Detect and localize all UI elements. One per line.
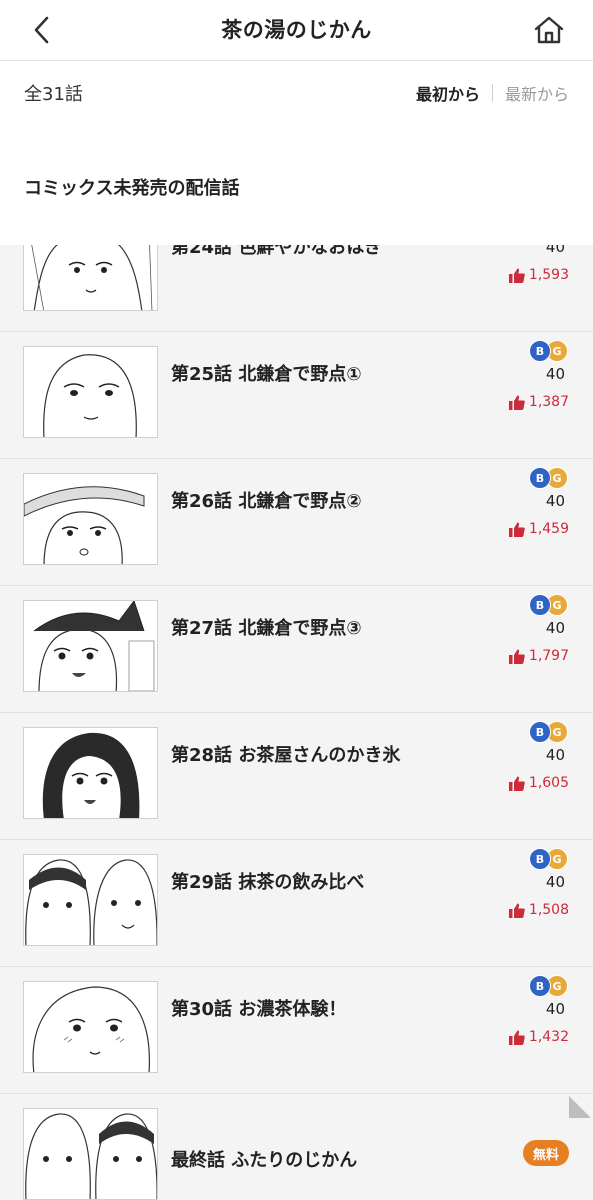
episode-title: 最終話 ふたりのじかん bbox=[171, 1150, 358, 1171]
thumbs-up-icon bbox=[508, 395, 525, 410]
episode-title: 第27話 北鎌倉で野点③ bbox=[171, 618, 362, 639]
episode-thumbnail bbox=[23, 346, 158, 438]
episode-item[interactable]: 第28話 お茶屋さんのかき氷 B G 40 1,605 bbox=[0, 713, 593, 840]
like-count-value: 1,797 bbox=[528, 648, 569, 664]
like-count-value: 1,605 bbox=[528, 775, 569, 791]
app-header: 茶の湯のじかん bbox=[0, 0, 593, 61]
like-count-value: 1,593 bbox=[528, 267, 569, 283]
like-count: 1,387 bbox=[508, 394, 569, 410]
sort-options: 最初から 最新から bbox=[416, 81, 569, 105]
episode-thumbnail bbox=[23, 245, 158, 311]
thumbs-up-icon bbox=[508, 268, 525, 283]
thumbs-up-icon bbox=[508, 776, 525, 791]
episode-item[interactable]: 最終話 ふたりのじかん 無料 bbox=[0, 1094, 593, 1200]
thumbs-up-icon bbox=[508, 522, 525, 537]
like-count-value: 1,387 bbox=[528, 394, 569, 410]
episode-price: 40 bbox=[545, 873, 565, 891]
sort-bar: 全31話 最初から 最新から bbox=[0, 61, 593, 123]
episode-item[interactable]: 第30話 お濃茶体験！ B G 40 1,432 bbox=[0, 967, 593, 1094]
badge-b: B bbox=[529, 721, 551, 743]
like-count-value: 1,508 bbox=[528, 902, 569, 918]
point-badges: B G bbox=[529, 340, 569, 364]
badge-b: B bbox=[529, 594, 551, 616]
point-badges: B G bbox=[529, 721, 569, 745]
episode-thumbnail bbox=[23, 1108, 158, 1200]
episode-price: 40 bbox=[545, 619, 565, 637]
sort-newest-button[interactable]: 最新から bbox=[505, 81, 569, 105]
like-count: 1,432 bbox=[508, 1029, 569, 1045]
section-title: コミックス未発売の配信話 bbox=[24, 178, 240, 199]
episode-item[interactable]: 第25話 北鎌倉で野点① B G 40 1,387 bbox=[0, 332, 593, 459]
thumbs-up-icon bbox=[508, 649, 525, 664]
episode-price: 40 bbox=[545, 746, 565, 764]
page-title: 茶の湯のじかん bbox=[221, 18, 372, 42]
episode-thumbnail bbox=[23, 981, 158, 1073]
episode-thumbnail bbox=[23, 473, 158, 565]
badge-b: B bbox=[529, 340, 551, 362]
episode-count: 全31話 bbox=[24, 84, 83, 105]
like-count: 1,605 bbox=[508, 775, 569, 791]
like-count: 1,797 bbox=[508, 648, 569, 664]
episode-title: 第26話 北鎌倉で野点② bbox=[171, 491, 362, 512]
episode-title: 第25話 北鎌倉で野点① bbox=[171, 364, 362, 385]
badge-b: B bbox=[529, 848, 551, 870]
point-badges: B G bbox=[529, 848, 569, 872]
like-count: 1,459 bbox=[508, 521, 569, 537]
episode-title: 第29話 抹茶の飲み比べ bbox=[171, 872, 365, 893]
episode-price: 40 bbox=[545, 492, 565, 510]
episode-title: 第30話 お濃茶体験！ bbox=[171, 999, 347, 1020]
episode-item[interactable]: 第26話 北鎌倉で野点② B G 40 1,459 bbox=[0, 459, 593, 586]
like-count: 1,508 bbox=[508, 902, 569, 918]
episode-price: 40 bbox=[545, 1000, 565, 1018]
new-corner-mark bbox=[569, 1096, 591, 1118]
episode-thumbnail bbox=[23, 600, 158, 692]
episode-price: 40 bbox=[545, 245, 565, 256]
episode-item[interactable]: 第24話 色鮮やかなおはぎ B G 40 1,593 bbox=[0, 245, 593, 332]
home-button[interactable] bbox=[529, 12, 569, 48]
episode-item[interactable]: 第27話 北鎌倉で野点③ B G 40 1,797 bbox=[0, 586, 593, 713]
sort-divider bbox=[491, 84, 493, 102]
episode-price: 40 bbox=[545, 365, 565, 383]
thumbs-up-icon bbox=[508, 903, 525, 918]
point-badges: B G bbox=[529, 975, 569, 999]
point-badges: B G bbox=[529, 467, 569, 491]
like-count: 1,593 bbox=[508, 267, 569, 283]
episode-item[interactable]: 第29話 抹茶の飲み比べ B G 40 1,508 bbox=[0, 840, 593, 967]
sort-oldest-button[interactable]: 最初から bbox=[416, 81, 480, 105]
badge-b: B bbox=[529, 975, 551, 997]
episode-thumbnail bbox=[23, 727, 158, 819]
thumbs-up-icon bbox=[508, 1030, 525, 1045]
episode-title: 第28話 お茶屋さんのかき氷 bbox=[171, 745, 401, 766]
episode-title: 第24話 色鮮やかなおはぎ bbox=[171, 245, 383, 258]
like-count-value: 1,459 bbox=[528, 521, 569, 537]
point-badges: B G bbox=[529, 594, 569, 618]
like-count-value: 1,432 bbox=[528, 1029, 569, 1045]
badge-b: B bbox=[529, 467, 551, 489]
free-badge: 無料 bbox=[523, 1140, 569, 1166]
episode-thumbnail bbox=[23, 854, 158, 946]
home-icon bbox=[534, 16, 564, 44]
episode-list: 第24話 色鮮やかなおはぎ B G 40 1,593 第25話 北鎌倉で野点① … bbox=[0, 245, 593, 1200]
